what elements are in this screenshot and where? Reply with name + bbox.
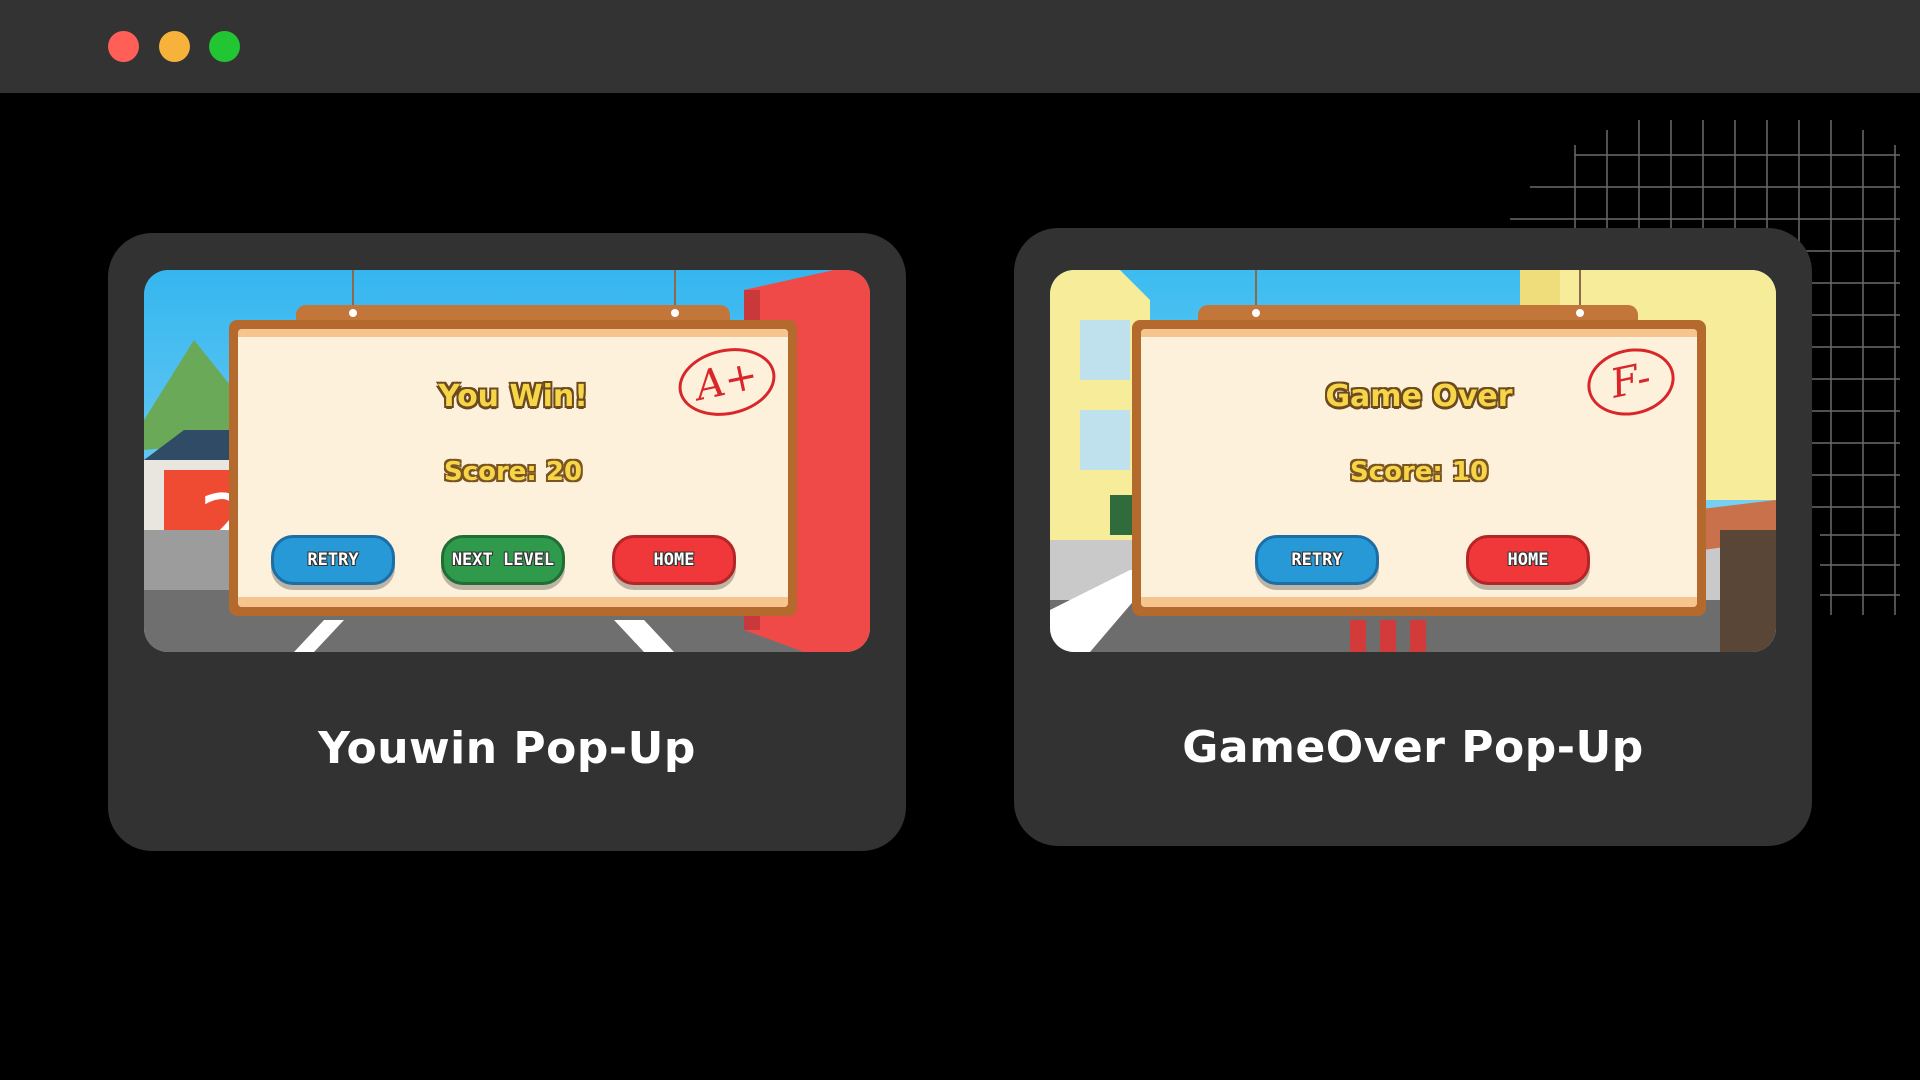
sign-rope-left	[1255, 270, 1257, 310]
next-level-button[interactable]: NEXT LEVEL	[441, 535, 565, 585]
home-button[interactable]: HOME	[1466, 535, 1590, 585]
card-caption: GameOver Pop-Up	[1182, 722, 1644, 773]
retry-button[interactable]: RETRY	[1255, 535, 1379, 585]
gameover-popup: Game Over F- Score: 10 RETRY HOME	[1132, 320, 1706, 616]
popup-score: Score: 10	[1349, 457, 1489, 487]
minimize-window-button[interactable]	[159, 31, 190, 62]
sign-nail	[1252, 309, 1260, 317]
youwin-game-screenshot: 2 You Win! A+ Score: 20 RETRY NEXT LEVEL…	[144, 270, 870, 652]
youwin-popup: You Win! A+ Score: 20 RETRY NEXT LEVEL H…	[229, 320, 797, 616]
popup-panel: You Win! A+ Score: 20 RETRY NEXT LEVEL H…	[238, 329, 788, 607]
close-window-button[interactable]	[108, 31, 139, 62]
popup-score: Score: 20	[443, 457, 583, 487]
card-caption: Youwin Pop-Up	[318, 723, 696, 774]
gameover-game-screenshot: Game Over F- Score: 10 RETRY HOME	[1050, 270, 1776, 652]
sign-rope-right	[1579, 270, 1581, 310]
sign-nail	[671, 309, 679, 317]
sign-rope-left	[352, 270, 354, 310]
gameover-card: Game Over F- Score: 10 RETRY HOME GameOv…	[1014, 228, 1812, 846]
window-titlebar	[0, 0, 1920, 93]
sign-rope-right	[674, 270, 676, 310]
youwin-card: 2 You Win! A+ Score: 20 RETRY NEXT LEVEL…	[108, 233, 906, 851]
sign-nail	[1576, 309, 1584, 317]
popup-panel: Game Over F- Score: 10 RETRY HOME	[1141, 329, 1697, 607]
maximize-window-button[interactable]	[209, 31, 240, 62]
retry-button[interactable]: RETRY	[271, 535, 395, 585]
sign-nail	[349, 309, 357, 317]
home-button[interactable]: HOME	[612, 535, 736, 585]
